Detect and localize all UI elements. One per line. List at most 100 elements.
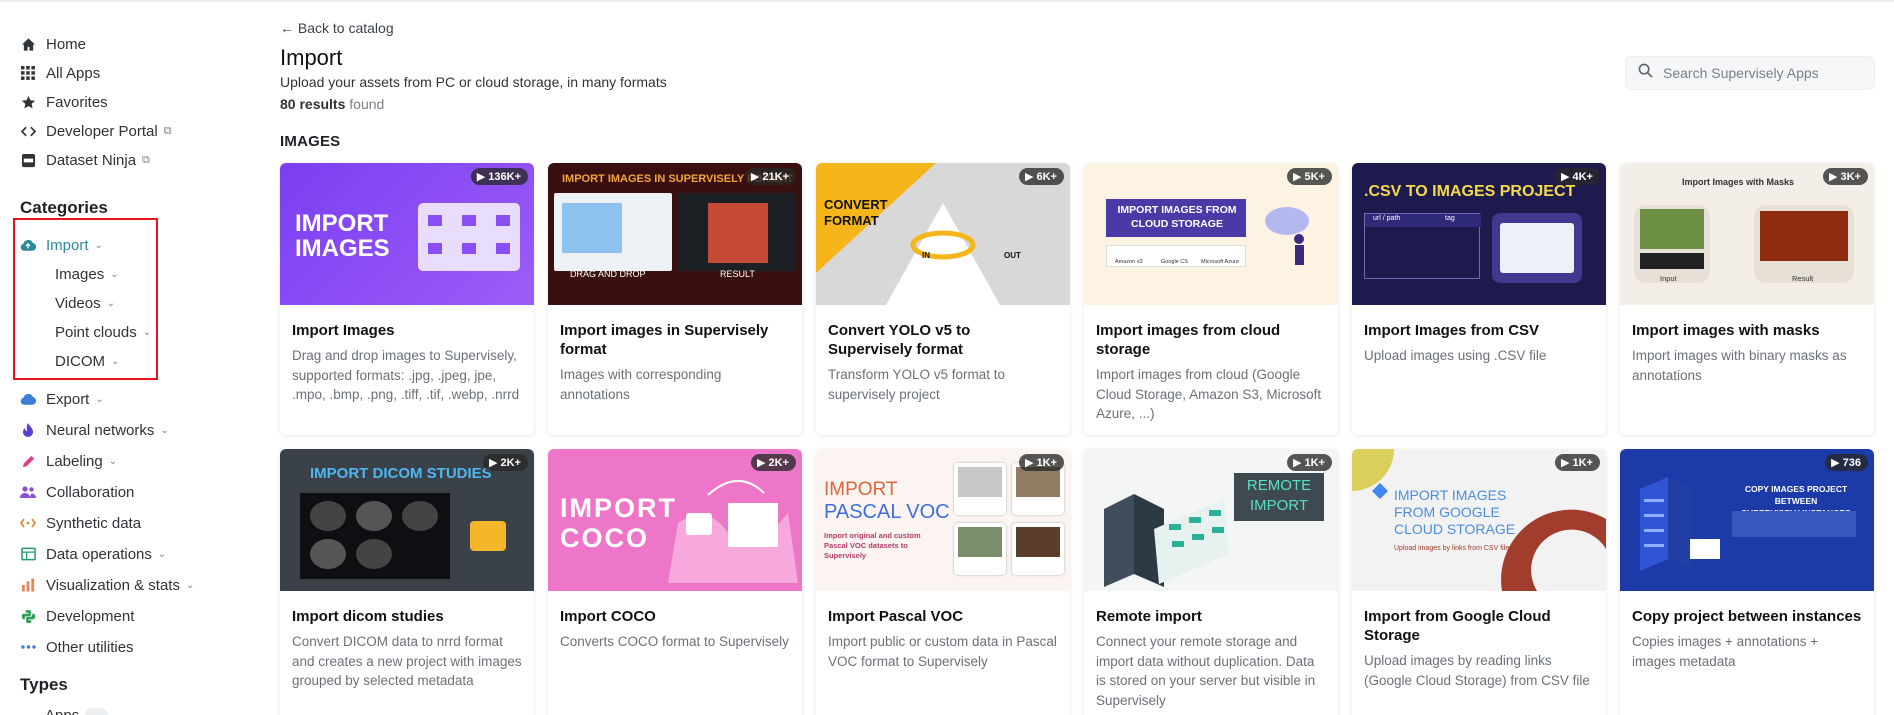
chevron-down-icon: ⌄ [185, 579, 195, 591]
nav-favorites[interactable]: Favorites [20, 91, 108, 113]
thumb-text: Import original and custom Pascal VOC da… [824, 531, 921, 560]
csv-column: tag [1445, 215, 1455, 222]
app-thumbnail: REMOTE IMPORT ▶ 1K+ [1084, 449, 1338, 591]
nav-developer-portal[interactable]: Developer Portal ⧉ [20, 120, 172, 142]
thumb-text: RESULT [720, 269, 755, 279]
back-to-catalog-link[interactable]: ← Back to catalog [280, 20, 394, 36]
type-apps[interactable]: Apps … [45, 704, 109, 715]
category-neural-networks-label: Neural networks [46, 421, 155, 439]
category-synthetic-data[interactable]: Synthetic data [20, 512, 141, 534]
nav-favorites-label: Favorites [46, 93, 108, 111]
person-with-cloud-graphic [1265, 207, 1309, 265]
dicom-viewer-graphic [300, 493, 450, 579]
nav-all-apps[interactable]: All Apps [20, 62, 100, 84]
app-card[interactable]: REMOTE IMPORT ▶ 1K+ Remote import Connec… [1084, 449, 1338, 715]
nav-dataset-ninja-label: Dataset Ninja [46, 151, 137, 169]
category-synthetic-data-label: Synthetic data [46, 514, 142, 532]
subcategory-videos[interactable]: Videos ⌄ [55, 292, 115, 314]
usage-count-badge: ▶ 2K+ [750, 454, 796, 471]
app-card-title: Copy project between instances [1632, 608, 1862, 625]
thumb-text: IN [922, 251, 930, 260]
usage-count-badge: ▶ 5K+ [1286, 168, 1332, 185]
chevron-down-icon: ⌄ [95, 393, 104, 405]
subcategory-dicom[interactable]: DICOM ⌄ [55, 350, 119, 372]
thumb-text: IMPORT IMAGES FROM CLOUD STORAGE [1117, 204, 1237, 230]
nav-dataset-ninja[interactable]: Dataset Ninja ⧉ [20, 149, 150, 171]
app-card[interactable]: IMPORT PASCAL VOC Import original and cu… [816, 449, 1070, 715]
app-card[interactable]: IMPORT IMAGES IN SUPERVISELY FORMAT DRAG… [548, 163, 802, 435]
image-tile [954, 523, 1006, 575]
table-icon [20, 546, 36, 562]
app-card[interactable]: CONVERT FORMAT IN OUT ▶ 6K+ Convert YOLO… [816, 163, 1070, 435]
thumb-text: IMPORT [824, 479, 898, 500]
category-import-label: Import [46, 236, 89, 254]
category-collaboration-label: Collaboration [46, 483, 135, 501]
app-card-description: Import images from cloud (Google Cloud S… [1096, 367, 1322, 421]
users-icon [20, 484, 36, 500]
app-card[interactable]: IMPORT IMAGES ▶ 136K+ Import Images Drag… [280, 163, 534, 435]
pencil-icon [20, 453, 36, 469]
csv-column: url / path [1373, 215, 1401, 222]
types-title: Types [20, 675, 68, 694]
app-thumbnail: IMPORT PASCAL VOC Import original and cu… [816, 449, 1070, 591]
thumb-text: Import Images with Masks [1682, 177, 1795, 187]
categories-title: Categories [20, 198, 108, 217]
app-card[interactable]: IMPORT IMAGES FROM CLOUD STORAGE Amazon … [1084, 163, 1338, 435]
nav-developer-portal-label: Developer Portal [46, 122, 158, 140]
category-visualization-label: Visualization & stats [46, 576, 180, 594]
app-thumbnail: .CSV TO IMAGES PROJECT url / path tag ▶ … [1352, 163, 1606, 305]
app-thumbnail: Import Images with Masks Input Result ▶ … [1620, 163, 1874, 305]
thumb-text: Input [1660, 274, 1677, 283]
category-labeling[interactable]: Labeling ⌄ [20, 450, 117, 472]
category-development-label: Development [46, 607, 135, 625]
search-input[interactable] [1663, 65, 1863, 81]
synthetic-icon [20, 515, 36, 531]
usage-count-badge: ▶ 21K+ [744, 168, 796, 185]
app-card[interactable]: COPY IMAGES PROJECT BETWEEN SUPERVISELY … [1620, 449, 1874, 715]
app-card-description: Import images with binary masks as annot… [1632, 348, 1847, 383]
category-labeling-label: Labeling [46, 452, 103, 470]
more-dots-icon [20, 639, 36, 655]
nav-home[interactable]: Home [20, 33, 86, 55]
nav-home-label: Home [46, 35, 87, 53]
category-collaboration[interactable]: Collaboration [20, 481, 134, 503]
app-card[interactable]: .CSV TO IMAGES PROJECT url / path tag ▶ … [1352, 163, 1606, 435]
app-card-title: Import Images from CSV [1364, 322, 1540, 339]
section-title-images: IMAGES [280, 133, 341, 150]
category-export[interactable]: Export ⌄ [20, 388, 104, 410]
subcategory-images[interactable]: Images ⌄ [55, 263, 119, 285]
python-icon [20, 608, 36, 624]
app-card[interactable]: IMPORT DICOM STUDIES ▶ 2K+ Import dicom … [280, 449, 534, 715]
thumb-text: CONVERT FORMAT [824, 197, 888, 228]
category-data-operations-label: Data operations [46, 545, 152, 563]
coco-graphic [668, 480, 798, 583]
screenshot-graphic [554, 193, 672, 271]
app-card[interactable]: IMPORT IMAGES FROM GOOGLE CLOUD STORAGE … [1352, 449, 1606, 715]
thumb-text: IMPORT IMAGES [295, 210, 390, 262]
cloud-download-icon [20, 391, 36, 407]
category-visualization[interactable]: Visualization & stats ⌄ [20, 574, 194, 596]
app-card-title: Convert YOLO v5 to Supervisely format [828, 322, 971, 358]
results-count: 80 results found [280, 96, 384, 112]
app-card-title: Import dicom studies [292, 608, 444, 625]
app-card[interactable]: Import Images with Masks Input Result ▶ … [1620, 163, 1874, 435]
app-card-title: Import Images [292, 322, 395, 339]
search-box[interactable] [1625, 56, 1875, 90]
category-other-utilities-label: Other utilities [46, 638, 134, 656]
category-other-utilities[interactable]: Other utilities [20, 636, 134, 658]
app-thumbnail: IMPORT COCO ▶ 2K+ [548, 449, 802, 591]
image-tile [954, 463, 1006, 515]
app-card-description: Upload images by reading links (Google C… [1364, 653, 1590, 688]
category-import[interactable]: Import ⌄ [20, 234, 103, 256]
subcategory-point-clouds[interactable]: Point clouds ⌄ [55, 321, 151, 343]
app-card-title: Import images from cloud storage [1096, 322, 1281, 358]
folder-grid-graphic [418, 203, 520, 271]
category-neural-networks[interactable]: Neural networks ⌄ [20, 419, 169, 441]
category-development[interactable]: Development [20, 605, 134, 627]
folder-graphic [470, 521, 506, 551]
star-icon [20, 94, 36, 110]
category-data-operations[interactable]: Data operations ⌄ [20, 543, 166, 565]
chevron-down-icon: ⌄ [108, 455, 118, 467]
thumb-text: IMPORT IMAGES FROM GOOGLE CLOUD STORAGE [1394, 487, 1516, 537]
app-card[interactable]: IMPORT COCO ▶ 2K+ Import COCO Converts C… [548, 449, 802, 715]
